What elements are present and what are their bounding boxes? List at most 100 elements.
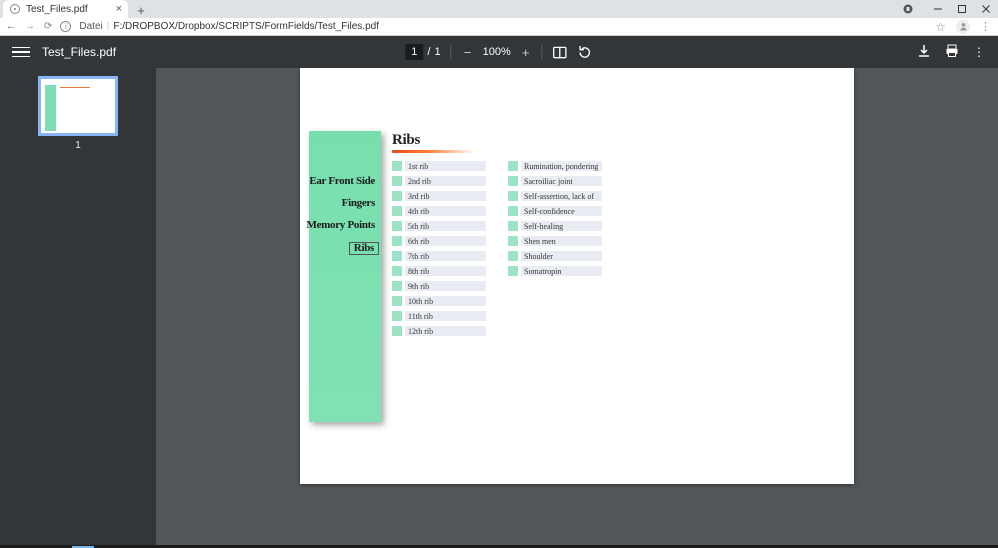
list-item: 1st rib: [392, 160, 486, 172]
nav-reload-button[interactable]: ⟳: [44, 21, 52, 32]
list-item: Shoulder: [508, 250, 602, 262]
nav-forward-button[interactable]: →: [25, 21, 35, 32]
list-item-label: Rumination, pondering: [521, 161, 602, 171]
site-info-icon[interactable]: i: [60, 21, 71, 32]
doc-column-2: Rumination, pondering Sacroiliac joint Sel…: [508, 160, 602, 337]
rotate-icon[interactable]: [578, 45, 593, 60]
profile-avatar-icon[interactable]: [956, 20, 970, 34]
doc-nav-item[interactable]: Fingers: [338, 198, 379, 209]
window-minimize-button[interactable]: [926, 0, 950, 18]
list-item: 10th rib: [392, 295, 486, 307]
checkbox[interactable]: [392, 206, 402, 216]
list-item-label: 3rd rib: [405, 191, 486, 201]
browser-menu-icon[interactable]: ⋮: [980, 20, 992, 33]
list-item: 5th rib: [392, 220, 486, 232]
url-separator: |: [107, 21, 110, 32]
list-item: 7th rib: [392, 250, 486, 262]
list-item-label: 10th rib: [405, 296, 486, 306]
list-item: Self-confidence: [508, 205, 602, 217]
tab-title: Test_Files.pdf: [26, 4, 88, 15]
window-maximize-button[interactable]: [950, 0, 974, 18]
pdf-page: Ear Front SideFingersMemory PointsRibs R…: [300, 68, 854, 484]
checkbox[interactable]: [392, 176, 402, 186]
media-indicator-icon[interactable]: [896, 0, 920, 18]
pdf-menu-icon[interactable]: [12, 47, 30, 58]
checkbox[interactable]: [508, 251, 518, 261]
heading-rule: [392, 150, 476, 153]
doc-nav-item[interactable]: Ribs: [349, 242, 379, 255]
doc-column-1: 1st rib 2nd rib 3rd rib 4th rib 5th rib 6th r…: [392, 160, 486, 337]
zoom-in-button[interactable]: +: [520, 45, 532, 60]
checkbox[interactable]: [508, 161, 518, 171]
page-total: 1: [434, 46, 440, 58]
list-item: Self-assertion, lack of: [508, 190, 602, 202]
page-current[interactable]: 1: [405, 44, 423, 60]
page-thumbnail[interactable]: [38, 76, 118, 136]
browser-tab-strip: Test_Files.pdf × +: [0, 0, 998, 18]
list-item-label: Somatropin: [521, 266, 602, 276]
tab-favicon: [10, 4, 20, 14]
list-item: Somatropin: [508, 265, 602, 277]
zoom-out-button[interactable]: −: [462, 45, 474, 60]
list-item: 4th rib: [392, 205, 486, 217]
list-item-label: 9th rib: [405, 281, 486, 291]
list-item: 12th rib: [392, 325, 486, 337]
print-icon[interactable]: [945, 44, 959, 61]
list-item-label: Self-healing: [521, 221, 602, 231]
doc-columns: 1st rib 2nd rib 3rd rib 4th rib 5th rib 6th r…: [392, 160, 602, 337]
list-item: Self-healing: [508, 220, 602, 232]
list-item: 11th rib: [392, 310, 486, 322]
checkbox[interactable]: [508, 221, 518, 231]
list-item: 2nd rib: [392, 175, 486, 187]
checkbox[interactable]: [392, 221, 402, 231]
url-path: F:/DROPBOX/Dropbox/SCRIPTS/FormFields/Te…: [113, 21, 379, 32]
bookmark-star-icon[interactable]: ☆: [935, 20, 946, 34]
checkbox[interactable]: [392, 251, 402, 261]
nav-back-button[interactable]: ←: [6, 21, 16, 32]
checkbox[interactable]: [508, 191, 518, 201]
doc-side-nav: Ear Front SideFingersMemory PointsRibs: [309, 131, 381, 422]
list-item-label: 8th rib: [405, 266, 486, 276]
checkbox[interactable]: [392, 311, 402, 321]
toolbar-separator: [451, 45, 452, 59]
window-close-button[interactable]: [974, 0, 998, 18]
checkbox[interactable]: [392, 191, 402, 201]
thumbnail-panel: 1: [0, 68, 156, 545]
pdf-canvas[interactable]: Ear Front SideFingersMemory PointsRibs R…: [156, 68, 998, 545]
fit-page-icon[interactable]: [553, 45, 568, 60]
checkbox[interactable]: [508, 176, 518, 186]
toolbar-separator: [542, 45, 543, 59]
checkbox[interactable]: [392, 326, 402, 336]
list-item: 9th rib: [392, 280, 486, 292]
checkbox[interactable]: [392, 161, 402, 171]
checkbox[interactable]: [392, 296, 402, 306]
list-item: Sacroiliac joint: [508, 175, 602, 187]
checkbox[interactable]: [392, 281, 402, 291]
checkbox[interactable]: [392, 266, 402, 276]
checkbox[interactable]: [508, 266, 518, 276]
list-item-label: 11th rib: [405, 311, 486, 321]
download-icon[interactable]: [917, 44, 931, 61]
page-indicator[interactable]: 1 / 1: [405, 44, 440, 60]
doc-nav-item[interactable]: Memory Points: [303, 220, 380, 231]
browser-tab[interactable]: Test_Files.pdf ×: [3, 0, 128, 18]
list-item: Rumination, pondering: [508, 160, 602, 172]
list-item-label: Self-confidence: [521, 206, 602, 216]
checkbox[interactable]: [392, 236, 402, 246]
thumbnail-number: 1: [75, 140, 81, 151]
list-item: Shen men: [508, 235, 602, 247]
new-tab-button[interactable]: +: [132, 2, 150, 18]
url-scheme: Datei: [79, 21, 102, 32]
list-item-label: 7th rib: [405, 251, 486, 261]
checkbox[interactable]: [508, 206, 518, 216]
checkbox[interactable]: [508, 236, 518, 246]
list-item-label: Sacroiliac joint: [521, 176, 602, 186]
doc-nav-item[interactable]: Ear Front Side: [305, 176, 379, 187]
list-item: 3rd rib: [392, 190, 486, 202]
list-item: 6th rib: [392, 235, 486, 247]
tab-close-icon[interactable]: ×: [116, 4, 122, 15]
url-display[interactable]: Datei | F:/DROPBOX/Dropbox/SCRIPTS/FormF…: [79, 21, 927, 32]
pdf-filename: Test_Files.pdf: [42, 45, 116, 59]
pdf-more-icon[interactable]: ⋮: [973, 45, 986, 59]
pdf-toolbar: Test_Files.pdf 1 / 1 − 100% + ⋮: [0, 36, 998, 68]
